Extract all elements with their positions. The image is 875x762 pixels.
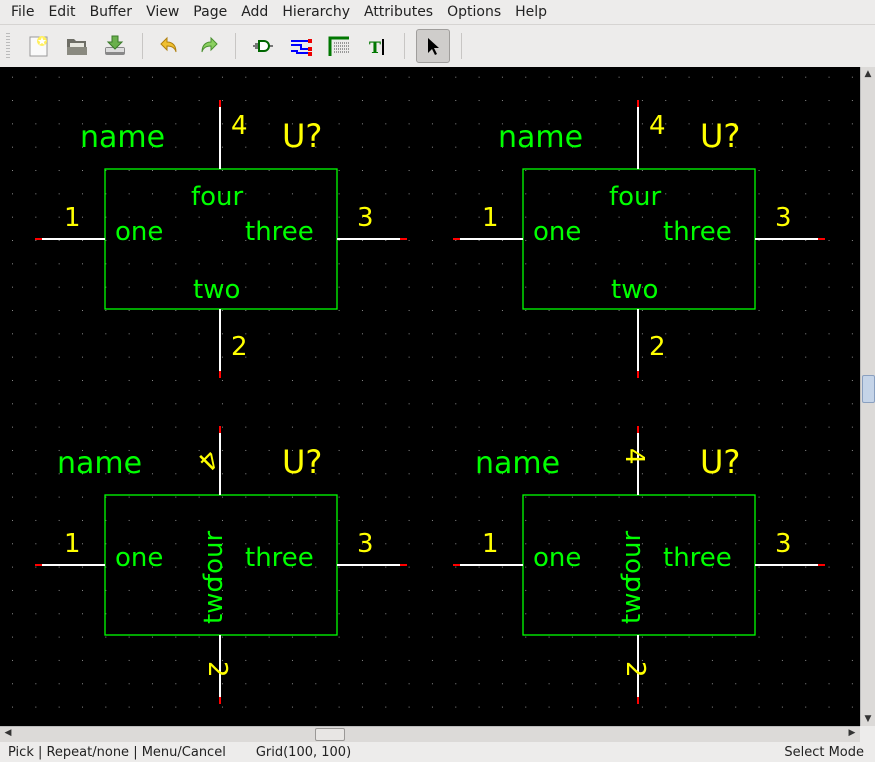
- refdes-attribute: U?: [700, 443, 740, 481]
- menu-options[interactable]: Options: [440, 4, 508, 20]
- toolbar-grip[interactable]: [6, 33, 10, 59]
- open-button[interactable]: [61, 30, 93, 62]
- status-mouse-hints: Pick | Repeat/none | Menu/Cancel: [8, 744, 226, 760]
- menu-page[interactable]: Page: [186, 4, 234, 20]
- toolbar: T: [0, 24, 875, 67]
- refdes-attribute: U?: [282, 117, 322, 155]
- menu-file[interactable]: File: [4, 4, 41, 20]
- toolbar-separator: [461, 33, 462, 59]
- pin-label-three: three: [663, 543, 732, 573]
- pin-number-3: 3: [775, 203, 792, 233]
- add-bus-icon: [328, 36, 349, 56]
- undo-icon: [160, 36, 177, 53]
- add-text-icon: T: [369, 38, 384, 57]
- pin-label-four: four: [199, 530, 229, 583]
- schematic-drawing: name U? 1 3 one three 4 2 four two name U? 1 3 one thre…: [0, 67, 860, 726]
- pin-number-1: 1: [482, 203, 499, 233]
- new-icon: [29, 36, 48, 57]
- pin-number-1: 1: [64, 529, 81, 559]
- symbol-name-attribute: name: [80, 120, 165, 155]
- vertical-scroll-thumb[interactable]: [862, 375, 875, 403]
- refdes-attribute: U?: [282, 443, 322, 481]
- symbol-name-attribute: name: [498, 120, 583, 155]
- menu-add[interactable]: Add: [234, 4, 275, 20]
- pin-number-1: 1: [64, 203, 81, 233]
- menu-view[interactable]: View: [139, 4, 186, 20]
- add-component-icon: [253, 40, 273, 52]
- grid: [0, 67, 860, 726]
- scroll-down-arrow-icon[interactable]: ▼: [861, 714, 875, 724]
- select-icon: [428, 38, 439, 55]
- refdes-attribute: U?: [700, 117, 740, 155]
- scroll-left-arrow-icon[interactable]: ◀: [1, 728, 15, 738]
- vertical-scrollbar[interactable]: ▲ ▼: [860, 67, 875, 726]
- menu-hierarchy[interactable]: Hierarchy: [275, 4, 357, 20]
- menu-buffer[interactable]: Buffer: [83, 4, 140, 20]
- symbol-name-attribute: name: [57, 446, 142, 481]
- add-net-icon: [291, 39, 312, 56]
- pin-number-4: 4: [619, 448, 649, 465]
- pin-label-three: three: [245, 543, 314, 573]
- svg-text:T: T: [369, 38, 381, 57]
- toolbar-separator: [404, 33, 405, 59]
- schematic-canvas[interactable]: name U? 1 3 one three 4 2 four two name U? 1 3 one thre…: [0, 67, 860, 726]
- add-component-button[interactable]: [247, 30, 279, 62]
- horizontal-scrollbar[interactable]: ◀ ▶: [0, 726, 860, 742]
- pin-label-four: four: [191, 182, 244, 212]
- pin-label-three: three: [245, 217, 314, 247]
- save-button[interactable]: [99, 30, 131, 62]
- horizontal-scroll-thumb[interactable]: [315, 728, 345, 741]
- redo-icon: [201, 36, 218, 53]
- status-bar: Pick | Repeat/none | Menu/Cancel Grid(10…: [0, 742, 875, 762]
- pin-label-four: four: [617, 530, 647, 583]
- pin-number-1: 1: [482, 529, 499, 559]
- select-button[interactable]: [416, 29, 450, 63]
- pin-label-one: one: [115, 217, 163, 247]
- pin-number-2: 2: [231, 332, 248, 362]
- pin-number-2: 2: [202, 661, 232, 678]
- add-text-button[interactable]: T: [361, 30, 393, 62]
- pin-number-4: 4: [649, 111, 666, 141]
- symbol-name-attribute: name: [475, 446, 560, 481]
- toolbar-separator: [142, 33, 143, 59]
- pin-number-3: 3: [357, 529, 374, 559]
- pin-label-one: one: [533, 543, 581, 573]
- pin-number-3: 3: [357, 203, 374, 233]
- pin-number-2: 2: [620, 661, 650, 678]
- scroll-right-arrow-icon[interactable]: ▶: [845, 728, 859, 738]
- pin-label-three: three: [663, 217, 732, 247]
- pin-number-2: 2: [649, 332, 666, 362]
- menubar: File Edit Buffer View Page Add Hierarchy…: [0, 0, 875, 24]
- redo-button[interactable]: [192, 30, 224, 62]
- scroll-up-arrow-icon[interactable]: ▲: [861, 69, 875, 79]
- save-icon: [105, 35, 125, 55]
- open-icon: [67, 39, 87, 55]
- new-button[interactable]: [23, 30, 55, 62]
- pin-label-one: one: [533, 217, 581, 247]
- add-net-button[interactable]: [285, 30, 317, 62]
- undo-button[interactable]: [154, 30, 186, 62]
- pin-label-four: four: [609, 182, 662, 212]
- status-mode: Select Mode: [784, 744, 864, 760]
- menu-attributes[interactable]: Attributes: [357, 4, 440, 20]
- pin-label-two: two: [611, 275, 658, 305]
- menu-edit[interactable]: Edit: [41, 4, 82, 20]
- status-grid: Grid(100, 100): [255, 744, 352, 760]
- add-bus-button[interactable]: [323, 30, 355, 62]
- pin-number-4: 4: [231, 111, 248, 141]
- pin-label-two: two: [193, 275, 240, 305]
- toolbar-separator: [235, 33, 236, 59]
- menu-help[interactable]: Help: [508, 4, 554, 20]
- pin-label-one: one: [115, 543, 163, 573]
- pin-number-3: 3: [775, 529, 792, 559]
